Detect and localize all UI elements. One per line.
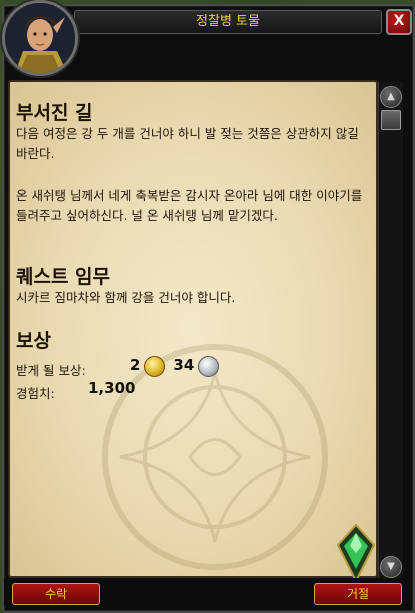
- scroll-up-button[interactable]: ▲: [380, 86, 402, 108]
- scroll-thumb[interactable]: [381, 110, 401, 130]
- scrollbar[interactable]: [378, 82, 403, 578]
- window-title: 정찰병 토물: [74, 10, 382, 34]
- accept-button[interactable]: 수락: [12, 583, 100, 605]
- gold-amount: 2: [130, 356, 141, 374]
- objectives-text: 시카르 짐마차와 함께 강을 건너야 합니다.: [16, 290, 236, 305]
- receive-label: 받게 될 보상:: [16, 363, 86, 378]
- quest-description-2: 온 새쉬탱 님께서 네게 축복받은 감시자 온아라 님에 대한 이야기를 들려주…: [16, 188, 363, 223]
- gem-ornament-icon: [336, 523, 376, 583]
- rewards-heading: 보상: [16, 330, 51, 352]
- npc-portrait-icon: [5, 3, 75, 73]
- quest-description-1: 다음 여정은 강 두 개를 건너야 하니 발 젖는 것쯤은 상관하지 않길 바란…: [16, 126, 359, 161]
- objectives-heading: 퀘스트 임무: [16, 266, 111, 288]
- money-reward-row: 받게 될 보상:: [16, 360, 86, 379]
- xp-label: 경험치:: [16, 386, 55, 401]
- gold-coin-icon: [144, 356, 166, 377]
- silver-amount: 34: [173, 356, 195, 374]
- npc-portrait: [2, 0, 78, 76]
- close-button[interactable]: X: [386, 9, 412, 35]
- xp-value: 1,300: [88, 379, 136, 397]
- money-reward: 2 34: [130, 356, 220, 377]
- scroll-down-button[interactable]: ▼: [380, 556, 402, 578]
- decline-button[interactable]: 거절: [314, 583, 402, 605]
- quest-title: 부서진 길: [16, 102, 93, 124]
- silver-coin-icon: [198, 356, 220, 377]
